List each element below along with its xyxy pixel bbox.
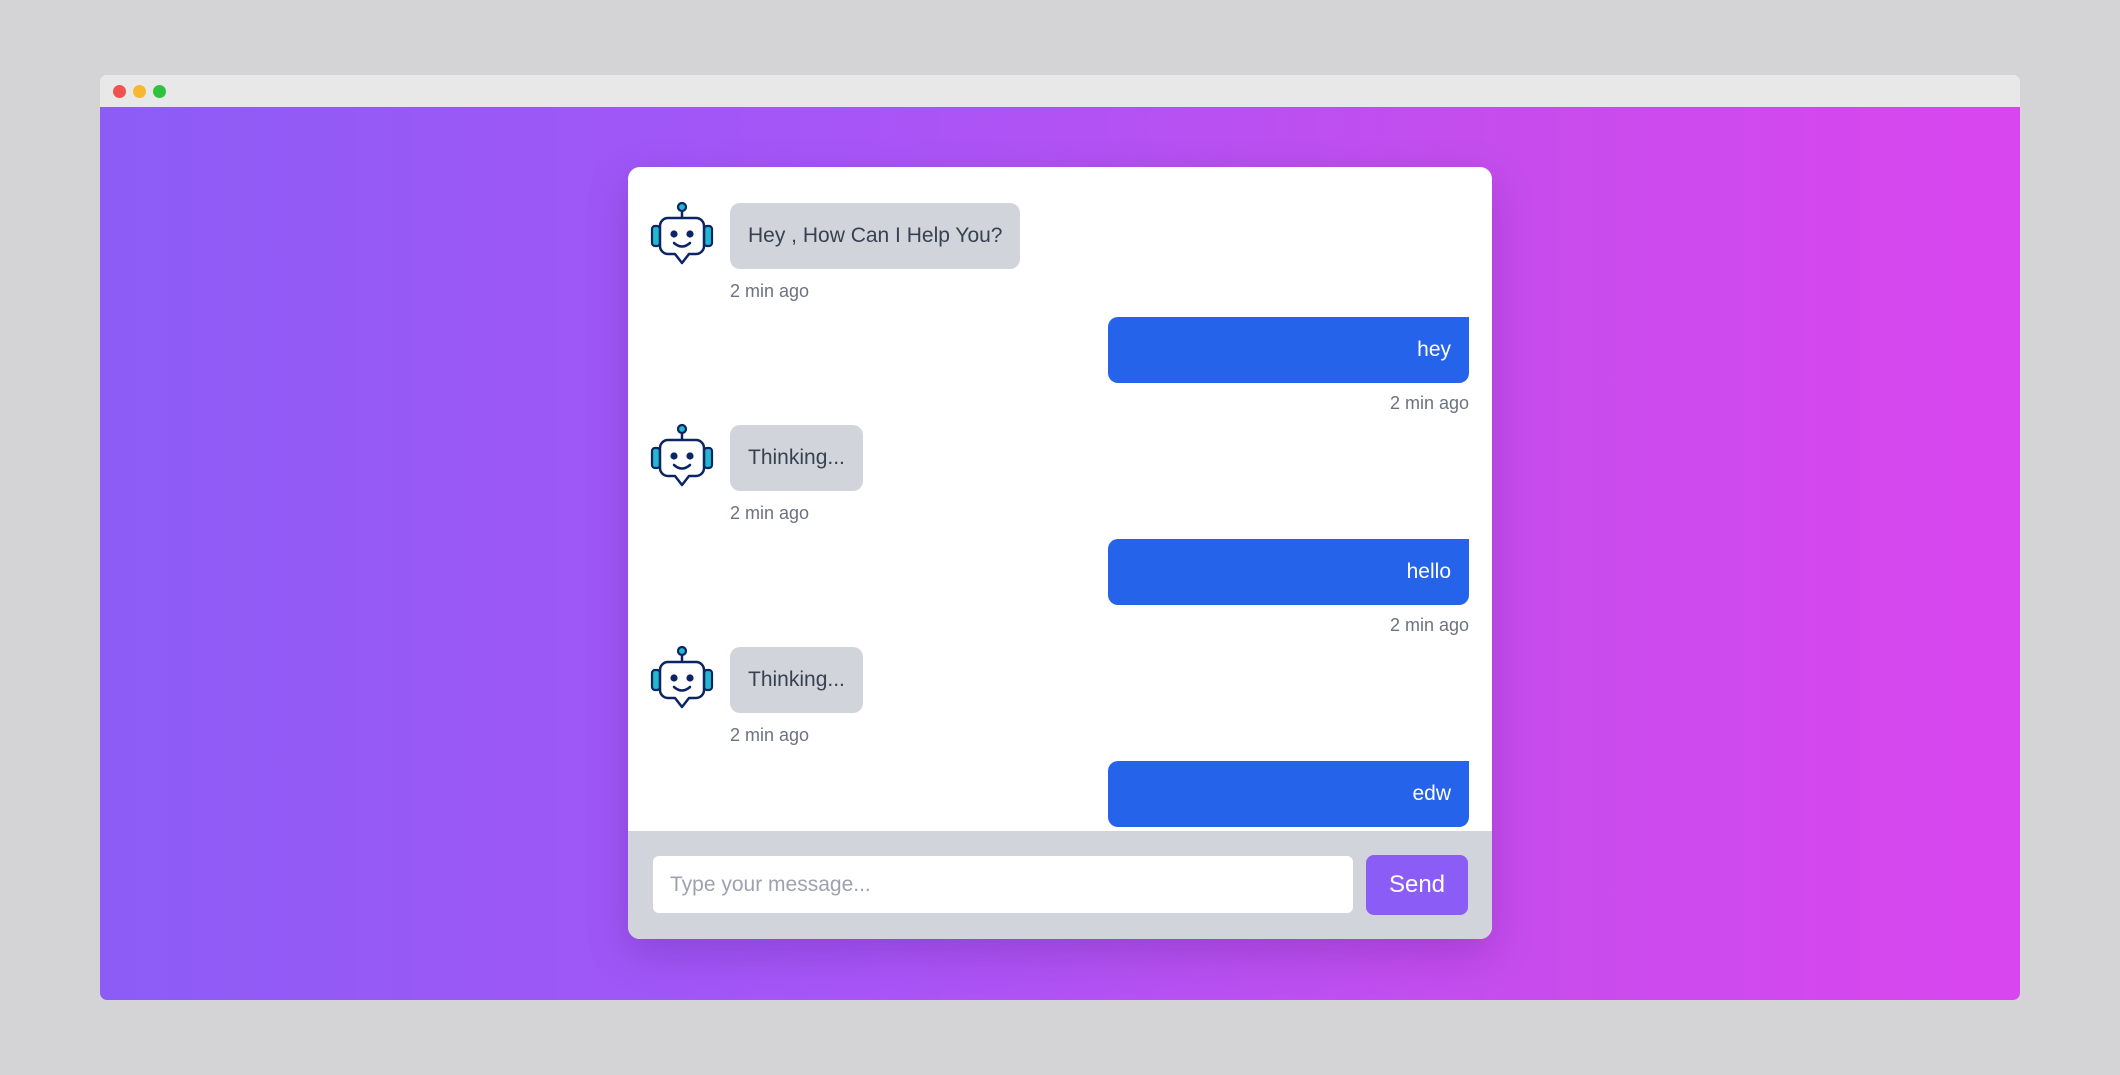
message-input[interactable] [653,856,1353,913]
page-background: Hey , How Can I Help You? 2 min ago hey … [100,107,2020,1000]
send-button[interactable]: Send [1366,855,1468,915]
message-list[interactable]: Hey , How Can I Help You? 2 min ago hey … [628,167,1492,831]
robot-chat-icon [650,423,714,487]
message-bubble: Thinking... [730,425,863,491]
message-bubble: Thinking... [730,647,863,713]
robot-chat-icon [650,645,714,709]
chat-panel: Hey , How Can I Help You? 2 min ago hey … [628,167,1492,939]
window-titlebar [100,75,2020,107]
message-composer: Send [628,831,1492,939]
user-message: edw [628,761,1492,831]
message-timestamp: 2 min ago [730,281,810,301]
robot-chat-icon [650,201,714,265]
message-bubble: Hey , How Can I Help You? [730,203,1021,269]
message-timestamp: 2 min ago [730,503,810,523]
maximize-window-button[interactable] [153,85,166,98]
message-bubble: hey [1108,317,1469,383]
bot-message: Thinking... 2 min ago [628,389,1492,553]
bot-message: Thinking... 2 min ago [628,611,1492,775]
message-timestamp: 2 min ago [730,725,810,745]
minimize-window-button[interactable] [133,85,146,98]
bot-message: Hey , How Can I Help You? 2 min ago [628,167,1492,331]
close-window-button[interactable] [113,85,126,98]
message-bubble: hello [1108,539,1469,605]
message-bubble: edw [1108,761,1469,827]
browser-window: Hey , How Can I Help You? 2 min ago hey … [100,75,2020,1000]
